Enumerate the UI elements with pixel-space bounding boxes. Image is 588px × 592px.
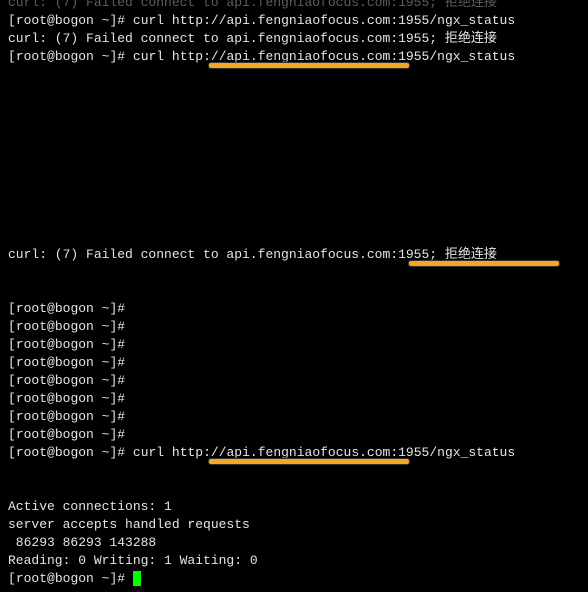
empty-prompt-6: [root@bogon ~]# <box>8 390 580 408</box>
p-c: ]# <box>109 355 132 370</box>
p-h: bogon <box>55 337 94 352</box>
p-o: [ <box>8 427 16 442</box>
output-counts: 86293 86293 143288 <box>8 534 580 552</box>
p-o: [ <box>8 301 16 316</box>
p-c: ]# <box>109 409 132 424</box>
error-line-2: curl: (7) Failed connect to api.fengniao… <box>8 246 580 300</box>
p-c: ]# <box>109 301 132 316</box>
p-s <box>94 319 102 334</box>
p-c: ]# <box>109 373 132 388</box>
p-a: @ <box>47 355 55 370</box>
p-a: @ <box>47 391 55 406</box>
error-line-1: curl: (7) Failed connect to api.fengniao… <box>8 30 580 48</box>
p-u: root <box>16 445 47 460</box>
p-a: @ <box>47 409 55 424</box>
p-s <box>94 571 102 586</box>
empty-prompt-1: [root@bogon ~]# <box>8 300 580 318</box>
p-s <box>94 355 102 370</box>
prompt-at: @ <box>47 13 55 28</box>
p-s <box>94 373 102 388</box>
p-c: ]# <box>109 445 132 460</box>
p-u: root <box>16 571 47 586</box>
p-h: bogon <box>55 301 94 316</box>
p-h: bogon <box>55 445 94 460</box>
highlight-marker-3 <box>208 458 410 465</box>
prompt-host: bogon <box>55 49 94 64</box>
empty-prompt-4: [root@bogon ~]# <box>8 354 580 372</box>
p-a: @ <box>47 301 55 316</box>
prompt-line-success: [root@bogon ~]# curl http://api.fengniao… <box>8 444 580 498</box>
prompt-user: root <box>16 13 47 28</box>
p-c: ]# <box>109 337 132 352</box>
p-a: @ <box>47 337 55 352</box>
p-a: @ <box>47 427 55 442</box>
prompt-user: root <box>16 49 47 64</box>
p-u: root <box>16 301 47 316</box>
active-prompt[interactable]: [root@bogon ~]# <box>8 570 580 588</box>
output-active-connections: Active connections: 1 <box>8 498 580 516</box>
p-o: [ <box>8 409 16 424</box>
p-c: ]# <box>109 571 132 586</box>
p-h: bogon <box>55 319 94 334</box>
prompt-sp <box>94 13 102 28</box>
prompt-line-1: [root@bogon ~]# curl http://api.fengniao… <box>8 12 580 30</box>
p-o: [ <box>8 337 16 352</box>
p-s <box>94 337 102 352</box>
prompt-host: bogon <box>55 13 94 28</box>
p-h: bogon <box>55 409 94 424</box>
p-h: bogon <box>55 355 94 370</box>
p-h: bogon <box>55 391 94 406</box>
empty-prompt-2: [root@bogon ~]# <box>8 318 580 336</box>
empty-prompt-8: [root@bogon ~]# <box>8 426 580 444</box>
blank-gap <box>8 102 580 246</box>
p-o: [ <box>8 373 16 388</box>
p-u: root <box>16 373 47 388</box>
p-u: root <box>16 319 47 334</box>
p-a: @ <box>47 571 55 586</box>
terminal-output: curl: (7) Failed connect to api.fengniao… <box>8 0 580 588</box>
command-text: curl http://api.fengniaofocus.com:1955/n… <box>133 13 515 28</box>
prompt-line-2: [root@bogon ~]# curl http://api.fengniao… <box>8 48 580 102</box>
p-s <box>94 391 102 406</box>
p-c: ]# <box>109 427 132 442</box>
highlight-marker-1 <box>208 62 410 69</box>
p-u: root <box>16 337 47 352</box>
p-a: @ <box>47 319 55 334</box>
empty-prompt-3: [root@bogon ~]# <box>8 336 580 354</box>
p-o: [ <box>8 319 16 334</box>
p-s <box>94 445 102 460</box>
p-o: [ <box>8 391 16 406</box>
p-u: root <box>16 427 47 442</box>
p-u: root <box>16 391 47 406</box>
empty-prompt-7: [root@bogon ~]# <box>8 408 580 426</box>
p-o: [ <box>8 571 16 586</box>
p-c: ]# <box>109 319 132 334</box>
prompt-bracket-open: [ <box>8 13 16 28</box>
highlight-marker-2 <box>408 260 560 267</box>
prompt-close: ]# <box>109 13 132 28</box>
prompt-close: ]# <box>109 49 132 64</box>
empty-prompt-5: [root@bogon ~]# <box>8 372 580 390</box>
p-s <box>94 301 102 316</box>
cursor-icon <box>133 571 141 586</box>
p-o: [ <box>8 355 16 370</box>
p-s <box>94 427 102 442</box>
prompt-at: @ <box>47 49 55 64</box>
p-h: bogon <box>55 571 94 586</box>
error-line-partial: curl: (7) Failed connect to api.fengniao… <box>8 0 580 12</box>
p-u: root <box>16 409 47 424</box>
p-o: [ <box>8 445 16 460</box>
p-s <box>94 409 102 424</box>
p-u: root <box>16 355 47 370</box>
output-reading-writing: Reading: 0 Writing: 1 Waiting: 0 <box>8 552 580 570</box>
output-server-accepts: server accepts handled requests <box>8 516 580 534</box>
p-h: bogon <box>55 427 94 442</box>
prompt-sp <box>94 49 102 64</box>
p-a: @ <box>47 445 55 460</box>
p-c: ]# <box>109 391 132 406</box>
p-a: @ <box>47 373 55 388</box>
prompt-bracket-open: [ <box>8 49 16 64</box>
p-h: bogon <box>55 373 94 388</box>
p-p: ~ <box>102 571 110 586</box>
